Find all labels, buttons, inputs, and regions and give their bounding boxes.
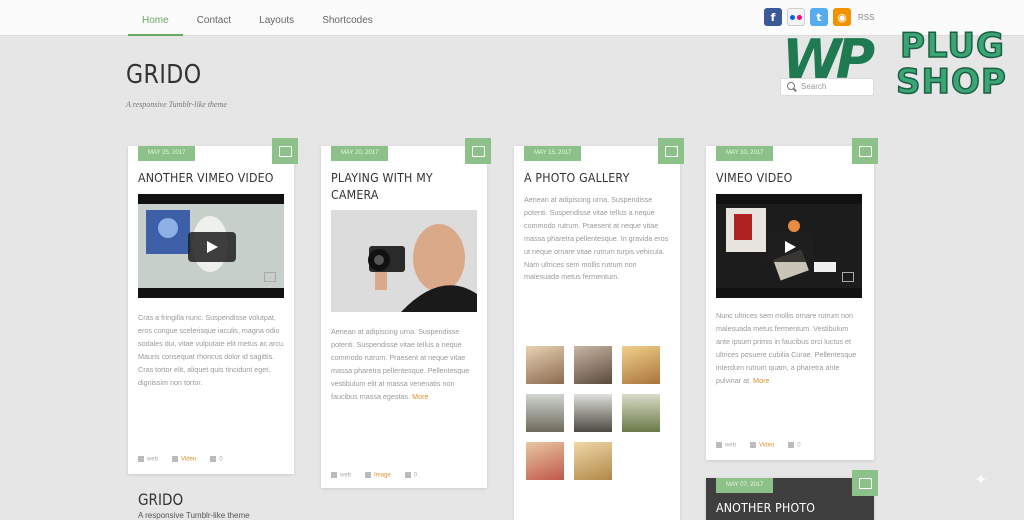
nav-shortcodes[interactable]: Shortcodes — [308, 0, 387, 36]
footer-tagline: A responsive Tumblr-like theme — [138, 511, 250, 520]
post-date: MAY 15, 2017 — [524, 146, 582, 161]
post-title[interactable]: ANOTHER VIMEO VIDEO — [138, 170, 274, 187]
search-icon — [787, 82, 795, 90]
site-tagline: A responsive Tumblr-like theme — [126, 100, 227, 109]
post-date: MAY 07, 2017 — [716, 478, 774, 493]
folder-icon — [365, 472, 372, 478]
post-image[interactable] — [331, 210, 477, 312]
facebook-icon[interactable]: f — [764, 8, 782, 26]
twitter-icon[interactable]: t — [810, 8, 828, 26]
sparkle-icon: ✦ — [974, 472, 988, 489]
gallery-thumb[interactable] — [526, 346, 564, 384]
nav-contact[interactable]: Contact — [183, 0, 245, 36]
image-icon[interactable] — [465, 138, 491, 164]
user-icon — [716, 442, 722, 448]
more-link[interactable]: More — [753, 376, 769, 385]
post-title[interactable]: PLAYING WITH MY CAMERA — [331, 170, 441, 204]
meta-author[interactable]: web — [716, 442, 736, 449]
post-date: MAY 20, 2017 — [331, 146, 389, 161]
play-button[interactable] — [766, 232, 814, 262]
gallery-thumb[interactable] — [622, 346, 660, 384]
gallery-thumb[interactable] — [574, 346, 612, 384]
post-excerpt: Nunc ultrices sem mollis ornare rutrum n… — [716, 311, 857, 385]
main-nav: Home Contact Layouts Shortcodes — [128, 0, 387, 36]
video-icon[interactable] — [852, 138, 878, 164]
post-date: MAY 10, 2017 — [716, 146, 774, 161]
gallery-thumb[interactable] — [574, 394, 612, 432]
rss-label[interactable]: RSS — [858, 13, 874, 22]
logo-shop-text: SHOP — [895, 61, 1007, 103]
meta-tag[interactable]: Image — [365, 472, 391, 479]
post-card: MAY 07, 2017 ANOTHER PHOTO — [706, 470, 878, 520]
user-icon — [331, 472, 337, 478]
video-player[interactable] — [716, 194, 862, 298]
comment-icon — [404, 472, 411, 478]
gallery-thumb[interactable] — [526, 442, 564, 480]
search-input[interactable]: Search — [780, 78, 874, 96]
rss-icon[interactable]: ◉ — [833, 8, 851, 26]
logo-plug-text: PLUG — [899, 25, 1005, 67]
nav-layouts[interactable]: Layouts — [245, 0, 308, 36]
play-button[interactable] — [188, 232, 236, 262]
meta-author[interactable]: web — [138, 456, 158, 463]
post-date: MAY 25, 2017 — [138, 146, 196, 161]
post-meta: web Image 0 — [331, 472, 417, 479]
folder-icon — [750, 442, 757, 448]
post-excerpt: Aenean at adipiscing urna. Suspendisse p… — [331, 327, 470, 401]
post-card: MAY 10, 2017 VIMEO VIDEO Nunc ultrices s… — [706, 138, 878, 460]
fullscreen-icon[interactable] — [842, 272, 854, 282]
gallery-thumb[interactable] — [622, 394, 660, 432]
photo-gallery — [526, 346, 666, 480]
video-player[interactable] — [138, 194, 284, 298]
post-meta: web Video 0 — [138, 456, 223, 463]
post-card: MAY 20, 2017 PLAYING WITH MY CAMERA Aene… — [321, 138, 491, 488]
site-title[interactable]: GRIDO — [126, 60, 202, 90]
comment-icon — [788, 442, 795, 448]
meta-comments[interactable]: 0 — [788, 442, 801, 449]
post-excerpt: Aenean at adipiscing urna. Suspendisse p… — [524, 195, 669, 282]
more-link[interactable]: More — [412, 392, 428, 401]
folder-icon — [172, 456, 179, 462]
post-meta: web Video 0 — [716, 442, 801, 449]
fullscreen-icon[interactable] — [264, 272, 276, 282]
video-icon[interactable] — [272, 138, 298, 164]
footer-title: GRIDO — [138, 490, 184, 509]
gallery-thumb[interactable] — [574, 442, 612, 480]
meta-comments[interactable]: 0 — [404, 472, 417, 479]
gallery-thumb[interactable] — [526, 394, 564, 432]
comment-icon — [210, 456, 217, 462]
user-icon — [138, 456, 144, 462]
camera-man-photo — [331, 210, 477, 312]
meta-tag[interactable]: Video — [750, 442, 774, 449]
post-title[interactable]: ANOTHER PHOTO — [716, 500, 815, 517]
meta-comments[interactable]: 0 — [210, 456, 223, 463]
post-card: MAY 25, 2017 ANOTHER VIMEO VIDEO Cras a … — [128, 138, 298, 474]
gallery-icon[interactable] — [658, 138, 684, 164]
search-placeholder: Search — [801, 82, 827, 91]
post-card: MAY 15, 2017 A PHOTO GALLERY Aenean at a… — [514, 138, 684, 520]
nav-home[interactable]: Home — [128, 0, 183, 36]
post-title[interactable]: A PHOTO GALLERY — [524, 170, 630, 187]
social-links: f t ◉ RSS — [764, 8, 874, 26]
post-excerpt: Cras a fringilla nunc. Suspendisse volut… — [138, 313, 286, 387]
post-title[interactable]: VIMEO VIDEO — [716, 170, 793, 187]
flickr-icon[interactable] — [787, 8, 805, 26]
image-icon[interactable] — [852, 470, 878, 496]
meta-tag[interactable]: Video — [172, 456, 196, 463]
meta-author[interactable]: web — [331, 472, 351, 479]
